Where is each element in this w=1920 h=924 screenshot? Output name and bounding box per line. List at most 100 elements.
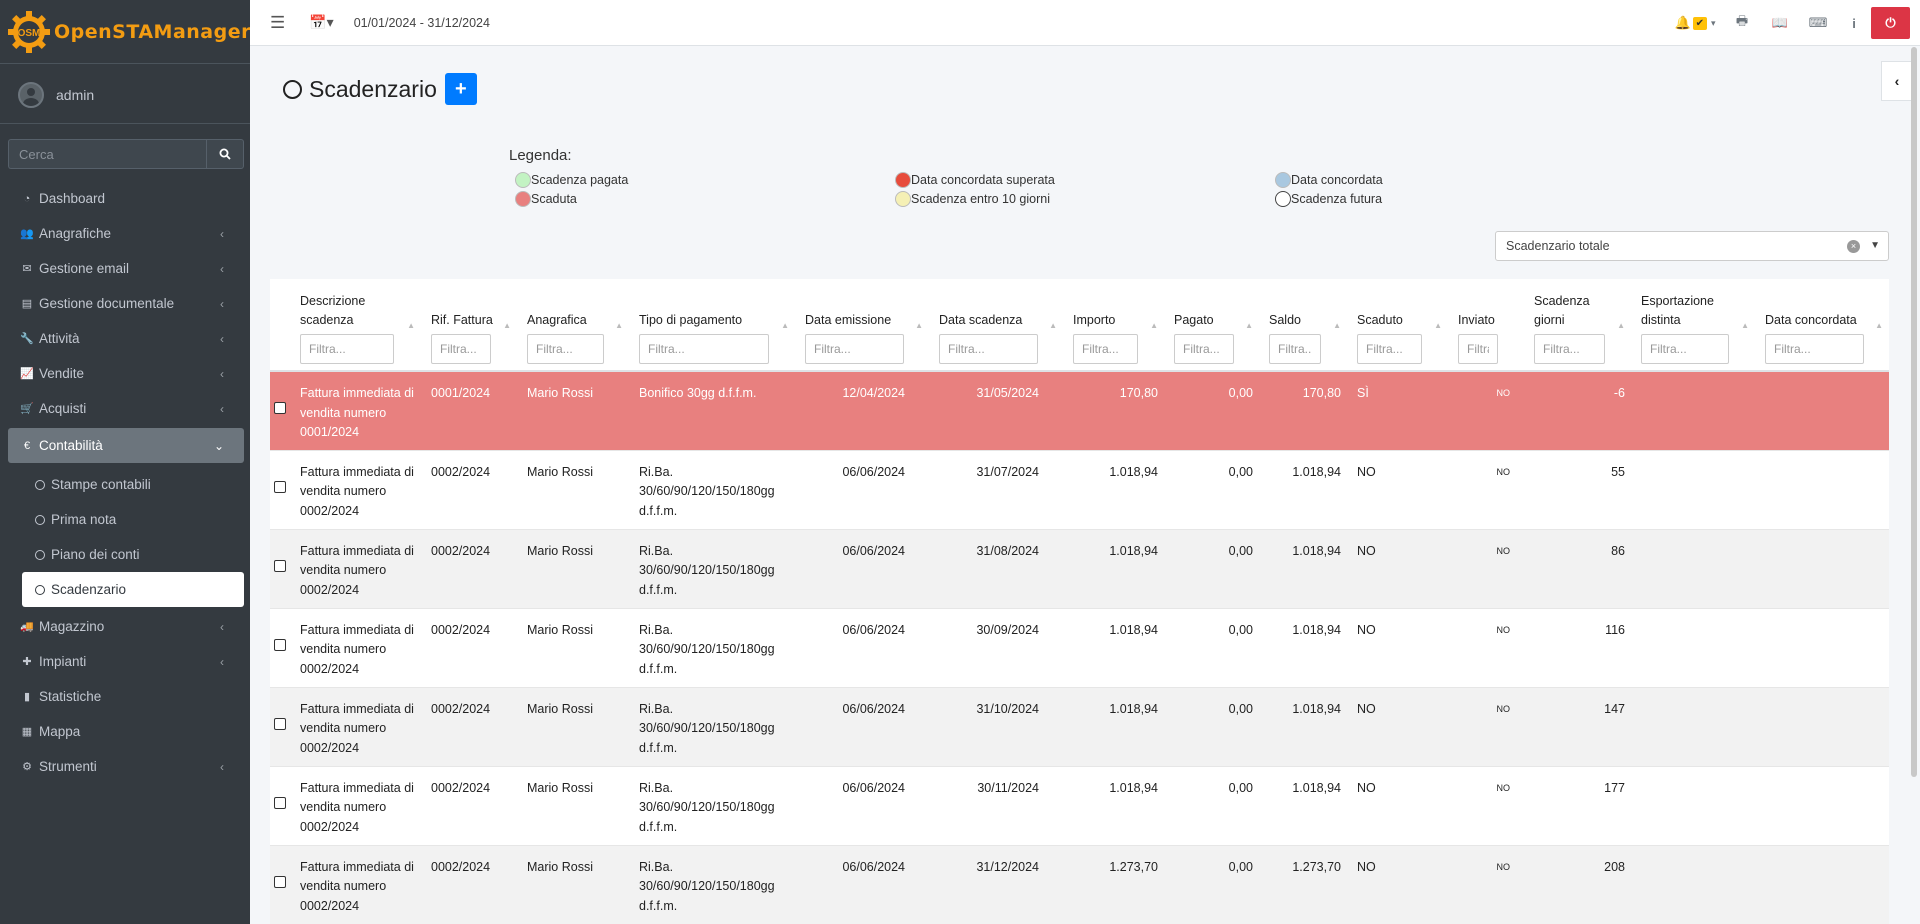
column-header[interactable]: Descrizione scadenza ▲ [290,279,421,372]
table-row[interactable]: Fattura immediata di vendita numero 0001… [270,370,1889,450]
date-range[interactable]: 01/01/2024 - 31/12/2024 [354,16,490,30]
nav-gestione-email[interactable]: ✉ Gestione email ‹ [0,251,244,286]
nav-anagrafiche[interactable]: 👥 Anagrafiche ‹ [0,216,244,251]
legend-dot [1275,171,1291,188]
column-filter-input[interactable] [639,334,769,364]
scadenzario-filter-select[interactable]: Scadenzario totale × ▼ [1495,231,1889,261]
calendar-dropdown-icon[interactable]: 📅▾ [309,14,333,31]
nav-dashboard[interactable]: ◔ Dashboard [0,181,244,216]
user-panel[interactable]: admin [0,66,250,124]
table-row[interactable]: Fattura immediata di vendita numero 0002… [270,765,1889,845]
keyboard-button[interactable]: ⌨ [1799,0,1837,46]
brand[interactable]: OSM OpenSTAManager [0,0,250,64]
column-header[interactable]: Importo ▲ [1063,279,1164,372]
column-header[interactable]: Data scadenza ▲ [929,279,1063,372]
table-row[interactable]: Fattura immediata di vendita numero 0002… [270,844,1889,924]
nav-contabilita[interactable]: € Contabilità ⌄ [8,428,244,463]
row-checkbox[interactable] [274,876,286,888]
cell-inviato: NO [1448,765,1524,845]
column-header[interactable]: Anagrafica ▲ [517,279,629,372]
column-label: Anagrafica [527,313,587,327]
search-button[interactable] [206,139,244,169]
cell-anagrafica: Mario Rossi [517,686,629,766]
hamburger-menu-icon[interactable]: ☰ [270,13,285,33]
row-select[interactable] [270,686,290,766]
cell-data-concordata [1755,765,1889,845]
cell-importo: 1.018,94 [1063,449,1164,529]
nav-vendite[interactable]: 📈 Vendite ‹ [0,356,244,391]
column-filter-input[interactable] [1073,334,1138,364]
column-header[interactable]: Pagato ▲ [1164,279,1259,372]
table-row[interactable]: Fattura immediata di vendita numero 0002… [270,528,1889,608]
row-select[interactable] [270,607,290,687]
column-header[interactable]: Esportazione distinta ▲ [1631,279,1755,372]
column-filter-input[interactable] [805,334,904,364]
circle-icon [35,584,45,595]
nav-statistiche[interactable]: ▮ Statistiche [0,679,244,714]
column-header[interactable]: Inviato [1448,279,1524,372]
column-filter-input[interactable] [1269,334,1321,364]
column-filter-input[interactable] [1765,334,1864,364]
row-checkbox[interactable] [274,559,286,572]
row-select[interactable] [270,449,290,529]
row-checkbox[interactable] [274,402,286,414]
nav-magazzino[interactable]: 🚚 Magazzino ‹ [0,609,244,644]
nav-sub-piano-dei-conti[interactable]: Piano dei conti [0,537,244,572]
cell-tipo-pagamento: Bonifico 30gg d.f.f.m. [629,370,795,450]
nav-sub-scadenzario[interactable]: Scadenzario [22,572,244,607]
row-select[interactable] [270,765,290,845]
row-select[interactable] [270,844,290,924]
cell-scaduto: NO [1347,686,1448,766]
nav-sub-prima-nota[interactable]: Prima nota [0,502,244,537]
sidebar-search-input[interactable] [8,139,206,169]
column-filter-input[interactable] [300,334,394,364]
column-header[interactable]: Saldo ▲ [1259,279,1347,372]
row-checkbox[interactable] [274,796,286,809]
column-header[interactable]: Data emissione ▲ [795,279,929,372]
row-checkbox[interactable] [274,638,286,651]
table-row[interactable]: Fattura immediata di vendita numero 0002… [270,607,1889,687]
column-label: Descrizione scadenza [300,294,366,327]
column-filter-input[interactable] [527,334,604,364]
book-button[interactable]: 📖 [1761,0,1799,46]
table-row[interactable]: Fattura immediata di vendita numero 0002… [270,449,1889,529]
notifications-button[interactable]: 🔔 ✔ ▾ [1667,0,1723,46]
row-select[interactable] [270,528,290,608]
cell-descrizione: Fattura immediata di vendita numero 0001… [290,370,421,450]
page-scrollbar[interactable] [1911,47,1917,777]
info-button[interactable]: i [1837,0,1871,46]
nav-gestione-documentale[interactable]: ▤ Gestione documentale ‹ [0,286,244,321]
column-filter-input[interactable] [1534,334,1605,364]
column-label: Saldo [1269,313,1301,327]
column-header[interactable]: Rif. Fattura ▲ [421,279,517,372]
clear-icon[interactable]: × [1847,240,1860,253]
nav-attivita[interactable]: 🔧 Attività ‹ [0,321,244,356]
print-button[interactable]: 🖶 [1723,0,1761,46]
table-header-row: Descrizione scadenza ▲ Rif. Fattura ▲ Anag… [270,279,1889,372]
add-button[interactable]: + [444,73,477,105]
column-filter-input[interactable] [939,334,1038,364]
nav-sub-stampe-contabili[interactable]: Stampe contabili [0,467,244,502]
column-filter-input[interactable] [1641,334,1729,364]
cell-inviato: NO [1448,528,1524,608]
row-select[interactable] [270,370,290,450]
legend-dot [515,171,531,188]
column-header[interactable]: Tipo di pagamento ▲ [629,279,795,372]
column-filter-input[interactable] [1174,334,1234,364]
nav-impianti[interactable]: ✚ Impianti ‹ [0,644,244,679]
right-panel-toggle[interactable]: ‹ [1881,61,1913,101]
column-filter-input[interactable] [1357,334,1422,364]
table-row[interactable]: Fattura immediata di vendita numero 0002… [270,686,1889,766]
column-header[interactable]: Scaduto ▲ [1347,279,1448,372]
row-checkbox[interactable] [274,480,286,493]
nav-acquisti[interactable]: 🛒 Acquisti ‹ [0,391,244,426]
column-header[interactable]: Data concordata ▲ [1755,279,1889,372]
nav-mappa[interactable]: ▦ Mappa [0,714,244,749]
cell-tipo-pagamento: Ri.Ba. 30/60/90/120/150/180gg d.f.f.m. [629,528,795,608]
nav-strumenti[interactable]: ⚙ Strumenti ‹ [0,749,244,784]
logout-button[interactable]: ⏻ [1871,7,1910,39]
column-filter-input[interactable] [1458,334,1498,364]
row-checkbox[interactable] [274,717,286,730]
column-filter-input[interactable] [431,334,491,364]
column-header[interactable]: Scadenza giorni ▲ [1524,279,1631,372]
